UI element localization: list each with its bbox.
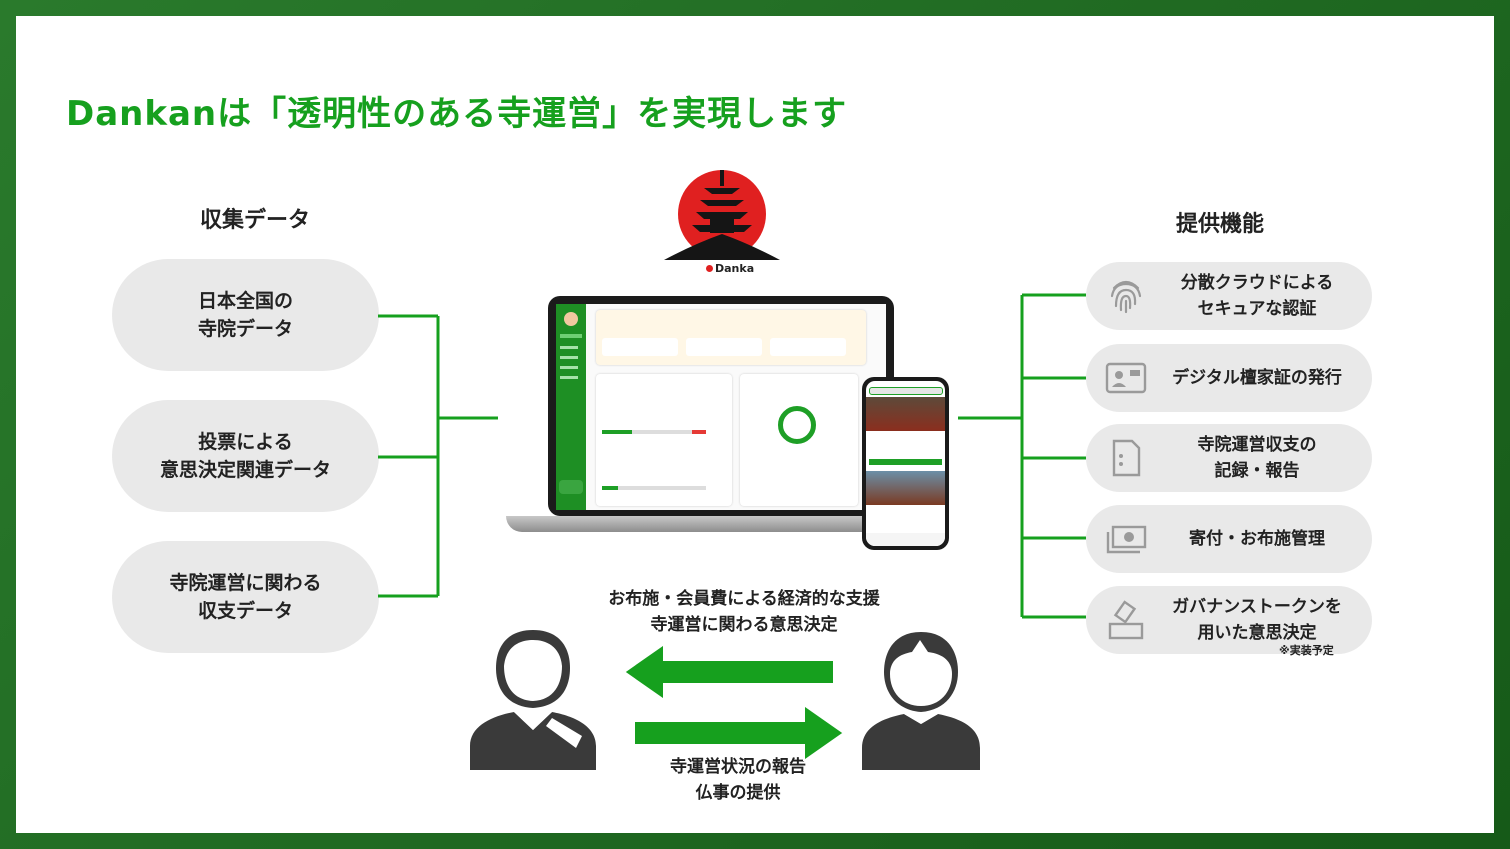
sidebar-item: [560, 366, 578, 369]
planned-note: ※実装予定: [1279, 644, 1334, 657]
feature-secure-auth: 分散クラウドによる セキュアな認証: [1086, 262, 1372, 330]
person-icon: [862, 632, 980, 770]
progress-fill-red: [692, 430, 706, 434]
phone-screen: [866, 381, 945, 546]
left-item-finance-data: 寺院運営に関わる 収支データ: [112, 541, 379, 653]
left-item-temple-data: 日本全国の 寺院データ: [112, 259, 379, 371]
donut-chart: [778, 406, 816, 444]
bottom-caption: 寺運営状況の報告 仏事の提供: [670, 757, 806, 803]
feature-donation: 寄付・お布施管理: [1086, 505, 1372, 573]
right-arrow: [633, 705, 846, 761]
sidebar-user-card: [559, 480, 583, 494]
info-box: [686, 338, 762, 356]
money-icon: [1106, 525, 1147, 554]
left-item-vote-data: 投票による 意思決定関連データ: [112, 400, 379, 512]
info-box: [602, 338, 678, 356]
logo-dot: [706, 265, 713, 272]
phone-search: [869, 387, 943, 395]
feature-label: 寺院運営収支の 記録・報告: [1197, 435, 1317, 481]
phone-tabbar: [866, 533, 945, 546]
progress-fill: [602, 486, 618, 490]
id-card-icon: [1105, 362, 1147, 394]
vote-panel: [596, 374, 732, 506]
right-connector: [958, 293, 1086, 619]
avatar: [564, 312, 578, 326]
left-arrow: [624, 644, 835, 700]
progress-fill: [602, 430, 632, 434]
left-header: 収集データ: [200, 208, 311, 233]
finance-panel: [740, 374, 858, 506]
app-sidebar: [556, 304, 586, 510]
phone-button: [869, 459, 942, 465]
sidebar-item: [560, 376, 578, 379]
feature-finance-report: 寺院運営収支の 記録・報告: [1086, 424, 1372, 492]
laptop-mockup: [548, 296, 894, 516]
sidebar-item: [560, 346, 578, 349]
monk-icon: [470, 630, 596, 770]
logo-label: Danka: [715, 262, 755, 275]
sidebar-item: [560, 334, 582, 338]
top-caption: お布施・会員費による経済的な支援 寺運営に関わる意思決定: [608, 589, 880, 635]
feature-label: 分散クラウドによる セキュアな認証: [1180, 273, 1334, 319]
temple-photo: [866, 397, 945, 431]
sidebar-item: [560, 356, 578, 359]
vote-icon: [1108, 600, 1144, 640]
logo-text: Danka: [706, 262, 754, 275]
feature-label: ガバナンストークンを 用いた意思決定: [1172, 597, 1342, 643]
feature-label: 寄付・お布施管理: [1189, 529, 1325, 549]
right-header: 提供機能: [1176, 212, 1265, 237]
danka-logo: [664, 170, 780, 260]
temple-photo: [866, 471, 945, 505]
profile-card: [596, 310, 866, 365]
feature-label: デジタル檀家証の発行: [1172, 368, 1342, 388]
left-connector: [378, 314, 498, 598]
info-box: [770, 338, 846, 356]
slide-title: Dankanは「透明性のある寺運営」を実現します: [66, 94, 848, 134]
laptop-screen: [556, 304, 886, 510]
phone-mockup: [862, 377, 949, 550]
feature-digital-id: デジタル檀家証の発行: [1086, 344, 1372, 412]
fingerprint-icon: [1110, 280, 1142, 314]
document-icon: [1112, 439, 1141, 477]
